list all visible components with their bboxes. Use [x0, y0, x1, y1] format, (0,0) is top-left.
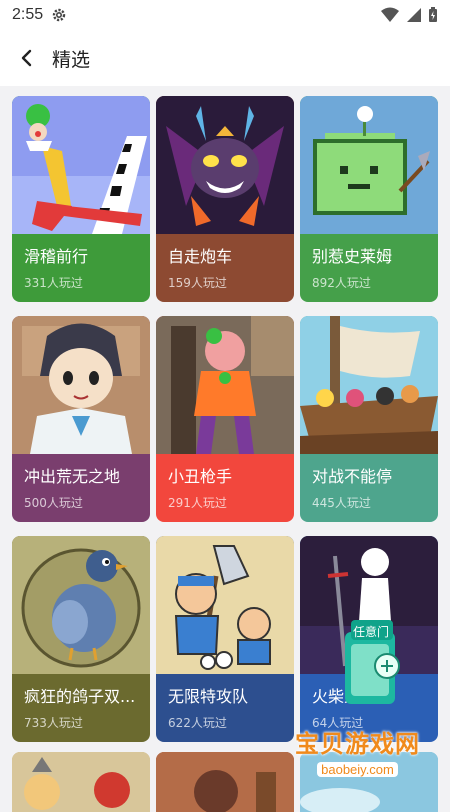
site-watermark: 宝贝游戏网 baobeiy.com	[295, 724, 420, 778]
game-thumbnail	[300, 316, 438, 454]
game-thumbnail	[12, 536, 150, 674]
page-title: 精选	[52, 45, 90, 72]
chevron-left-icon	[19, 49, 33, 67]
watermark-title: 宝贝游戏网	[295, 724, 420, 759]
game-card-partial[interactable]	[156, 752, 294, 812]
play-count: 500人玩过	[24, 494, 138, 512]
portal-floating-button[interactable]: 任意门	[337, 620, 407, 710]
play-count: 291人玩过	[168, 494, 282, 512]
game-card[interactable]: 别惹史莱姆 892人玩过	[300, 96, 438, 302]
signal-icon	[406, 7, 422, 23]
game-card[interactable]: 小丑枪手 291人玩过	[156, 316, 294, 522]
wifi-icon	[380, 7, 400, 23]
game-card[interactable]: 疯狂的鸽子双... 733人玩过	[12, 536, 150, 742]
game-thumbnail	[12, 96, 150, 234]
play-count: 445人玩过	[312, 494, 426, 512]
game-name: 疯狂的鸽子双...	[24, 686, 138, 708]
game-thumbnail	[156, 316, 294, 454]
game-card[interactable]: 滑稽前行 331人玩过	[12, 96, 150, 302]
play-count: 622人玩过	[168, 714, 282, 732]
game-name: 自走炮车	[168, 246, 282, 268]
game-card[interactable]: 无限特攻队 622人玩过	[156, 536, 294, 742]
game-card[interactable]: 冲出荒无之地 500人玩过	[12, 316, 150, 522]
game-card[interactable]: 自走炮车 159人玩过	[156, 96, 294, 302]
status-time: 2:55	[12, 6, 43, 24]
play-count: 159人玩过	[168, 274, 282, 292]
portal-badge-label: 任意门	[353, 623, 389, 640]
battery-icon	[428, 7, 438, 23]
game-thumbnail	[12, 316, 150, 454]
game-card[interactable]: 对战不能停 445人玩过	[300, 316, 438, 522]
play-count: 331人玩过	[24, 274, 138, 292]
game-thumbnail	[156, 536, 294, 674]
status-bar: 2:55	[0, 0, 450, 30]
game-name: 冲出荒无之地	[24, 466, 138, 488]
game-name: 对战不能停	[312, 466, 426, 488]
game-thumbnail	[300, 96, 438, 234]
app-header: 精选	[0, 30, 450, 86]
game-thumbnail	[156, 96, 294, 234]
game-card-partial[interactable]	[12, 752, 150, 812]
watermark-url: baobeiy.com	[317, 762, 398, 777]
play-count: 892人玩过	[312, 274, 426, 292]
game-name: 滑稽前行	[24, 246, 138, 268]
play-count: 733人玩过	[24, 714, 138, 732]
game-name: 别惹史莱姆	[312, 246, 426, 268]
back-button[interactable]	[0, 30, 52, 86]
game-name: 小丑枪手	[168, 466, 282, 488]
game-name: 无限特攻队	[168, 686, 282, 708]
settings-gear-icon	[51, 7, 67, 23]
